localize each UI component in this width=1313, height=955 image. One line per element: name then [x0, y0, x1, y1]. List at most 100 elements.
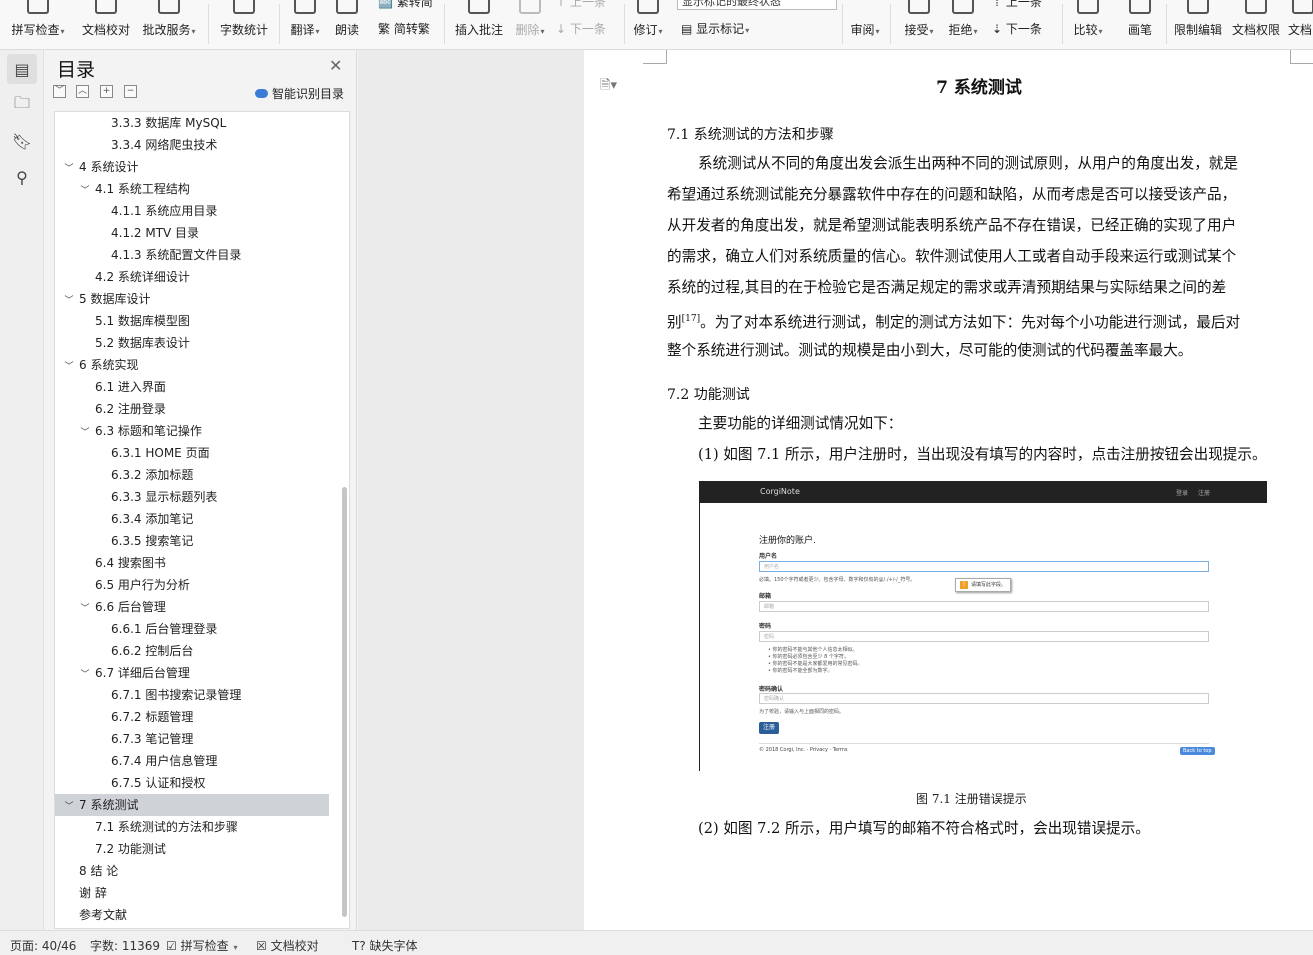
file-tree-icon[interactable]: 🗀 — [7, 90, 37, 120]
chevron-down-icon[interactable]: ﹀ — [63, 796, 75, 818]
next-change-button[interactable]: ⇣ 下一条 — [992, 20, 1042, 37]
delete-comment-icon — [519, 0, 541, 14]
toc-panel-icon[interactable]: ▤ — [7, 54, 37, 84]
markup-view-select[interactable]: 显示标记的最终状态 — [677, 0, 837, 10]
word-count-button[interactable]: 字数统计 — [216, 0, 272, 49]
toc-item[interactable]: ﹀ 4.1 系统工程结构 — [55, 178, 329, 200]
toc-item-label: 7.1 系统测试的方法和步骤 — [95, 820, 238, 834]
toc-item[interactable]: 3.3.4 网络爬虫技术 — [55, 134, 329, 156]
toc-item[interactable]: 7.2 功能测试 — [55, 838, 329, 860]
pen-button[interactable]: 画笔 — [1118, 0, 1162, 49]
magnifier-icon — [158, 0, 180, 14]
page-indicator[interactable]: 页面: 40/46 — [10, 937, 76, 954]
close-icon[interactable]: ✕ — [329, 56, 342, 75]
toc-item[interactable]: 参考文献 — [55, 904, 329, 926]
toc-item[interactable]: 3.3.3 数据库 MySQL — [55, 112, 329, 134]
toc-item[interactable]: 4.1.2 MTV 目录 — [55, 222, 329, 244]
toc-item[interactable]: 5.2 数据库表设计 — [55, 332, 329, 354]
bookmark-icon[interactable]: 🔖︎ — [7, 126, 37, 156]
ribbon-toolbar: 拼写检查▾ 文档校对 批改服务▾ 字数统计 翻译▾ 朗读 🔤 繁转简 繁 简转繁… — [0, 0, 1313, 50]
smart-toc-button[interactable]: 智能识别目录 — [255, 85, 344, 102]
accept-icon — [908, 0, 930, 14]
chevron-down-icon[interactable]: ﹀ — [63, 290, 75, 312]
checkbox-icon: ☑ — [166, 939, 177, 953]
chevron-down-icon[interactable]: ﹀ — [79, 598, 91, 620]
toc-item[interactable]: ﹀ 6 系统实现 — [55, 354, 329, 376]
word-count[interactable]: 字数: 11369 — [90, 937, 160, 954]
prev-comment-button[interactable]: ↑ 上一条 — [556, 0, 606, 10]
toc-scrollbar[interactable] — [342, 487, 347, 917]
prev-change-button[interactable]: ⇡ 上一条 — [992, 0, 1042, 10]
toc-item[interactable]: 4.1.3 系统配置文件目录 — [55, 244, 329, 266]
toc-item[interactable]: 7.1 系统测试的方法和步骤 — [55, 816, 329, 838]
toc-item[interactable]: ﹀ 5 数据库设计 — [55, 288, 329, 310]
document-permission-button[interactable]: 文档权限 — [1228, 0, 1284, 49]
chapter-heading: 7 系统测试 — [936, 78, 1022, 98]
toc-item[interactable]: 6.7.1 图书搜索记录管理 — [55, 684, 329, 706]
status-proofread[interactable]: ☒ 文档校对 — [256, 937, 319, 954]
markup-icon: ▤ — [681, 22, 693, 36]
next-comment-button[interactable]: ↓ 下一条 — [556, 20, 606, 37]
toc-item[interactable]: 5.1 数据库模型图 — [55, 310, 329, 332]
delete-comment-button[interactable]: 删除▾ — [510, 0, 550, 49]
chevron-down-icon[interactable]: ﹀ — [79, 422, 91, 444]
toc-item-label: 6.7.5 认证和授权 — [111, 776, 206, 790]
toc-item[interactable]: 6.7.2 标题管理 — [55, 706, 329, 728]
spell-check-button[interactable]: 拼写检查▾ — [6, 0, 70, 49]
toc-item-label: 6.1 进入界面 — [95, 380, 166, 394]
toc-item[interactable]: 6.3.4 添加笔记 — [55, 508, 329, 530]
compare-button[interactable]: 比较▾ — [1066, 0, 1110, 49]
toc-item[interactable]: 4.1.1 系统应用目录 — [55, 200, 329, 222]
accept-button[interactable]: 接受▾ — [898, 0, 940, 49]
toc-item[interactable]: 6.7.4 用户信息管理 — [55, 750, 329, 772]
toc-item[interactable]: 6.6.1 后台管理登录 — [55, 618, 329, 640]
add-heading-icon[interactable]: + — [100, 85, 113, 98]
toc-item[interactable]: 6.3.5 搜索笔记 — [55, 530, 329, 552]
insert-comment-button[interactable]: 插入批注 — [450, 0, 508, 49]
read-aloud-button[interactable]: 朗读 — [328, 0, 366, 49]
toc-item[interactable]: ﹀ 6.7 详细后台管理 — [55, 662, 329, 684]
reject-button[interactable]: 拒绝▾ — [942, 0, 984, 49]
toc-item[interactable]: 6.7.5 认证和授权 — [55, 772, 329, 794]
chevron-down-icon[interactable]: ﹀ — [63, 158, 75, 180]
toc-item[interactable]: 6.4 搜索图书 — [55, 552, 329, 574]
toc-item[interactable]: 6.2 注册登录 — [55, 398, 329, 420]
search-icon[interactable]: ⚲ — [7, 162, 37, 192]
toc-item[interactable]: 6.3.2 添加标题 — [55, 464, 329, 486]
toc-panel: 目录 ✕ ﹀ ︿ + − 智能识别目录 3.3.3 数据库 MySQL 3.3.4… — [45, 50, 357, 930]
toc-item[interactable]: 4.2 系统详细设计 — [55, 266, 329, 288]
toc-item-label: 4.1.3 系统配置文件目录 — [111, 248, 242, 262]
chevron-down-icon[interactable]: ﹀ — [79, 664, 91, 686]
toc-item[interactable]: 6.3.3 显示标题列表 — [55, 486, 329, 508]
toc-item[interactable]: ﹀ 4 系统设计 — [55, 156, 329, 178]
toc-item[interactable]: 谢 辞 — [55, 882, 329, 904]
toc-item[interactable]: 6.5 用户行为分析 — [55, 574, 329, 596]
toc-item[interactable]: 6.3.1 HOME 页面 — [55, 442, 329, 464]
toc-item[interactable]: ﹀ 6.6 后台管理 — [55, 596, 329, 618]
chevron-down-icon[interactable]: ﹀ — [63, 356, 75, 378]
collapse-all-icon[interactable]: ︿ — [76, 85, 89, 98]
chevron-down-icon[interactable]: ﹀ — [79, 180, 91, 202]
toc-item[interactable]: 6.7.3 笔记管理 — [55, 728, 329, 750]
document-more-button[interactable]: 文档 — [1288, 0, 1313, 49]
restrict-editing-button[interactable]: 限制编辑 — [1170, 0, 1226, 49]
simp-to-trad-button[interactable]: 繁 简转繁 — [378, 20, 430, 37]
translate-button[interactable]: 翻译▾ — [284, 0, 326, 49]
toc-item[interactable]: 6.1 进入界面 — [55, 376, 329, 398]
status-spell-check[interactable]: ☑ 拼写检查 ▾ — [166, 937, 237, 954]
expand-all-icon[interactable]: ﹀ — [53, 85, 66, 98]
correction-service-button[interactable]: 批改服务▾ — [138, 0, 200, 49]
toc-item[interactable]: ﹀ 7 系统测试 — [55, 794, 329, 816]
remove-heading-icon[interactable]: − — [124, 85, 137, 98]
trad-to-simp-button[interactable]: 🔤 繁转简 — [378, 0, 433, 10]
track-changes-button[interactable]: 修订▾ — [628, 0, 668, 49]
crop-mark — [1290, 50, 1313, 64]
toc-item[interactable]: 8 结 论 — [55, 860, 329, 882]
proofread-button[interactable]: 文档校对 — [78, 0, 134, 49]
toc-item[interactable]: 6.6.2 控制后台 — [55, 640, 329, 662]
toc-item-label: 4.1.1 系统应用目录 — [111, 204, 218, 218]
toc-item[interactable]: ﹀ 6.3 标题和笔记操作 — [55, 420, 329, 442]
status-missing-font[interactable]: T? 缺失字体 — [352, 937, 418, 954]
show-markup-button[interactable]: ▤ 显示标记▾ — [681, 20, 749, 37]
review-button[interactable]: 审阅▾ — [844, 0, 886, 49]
